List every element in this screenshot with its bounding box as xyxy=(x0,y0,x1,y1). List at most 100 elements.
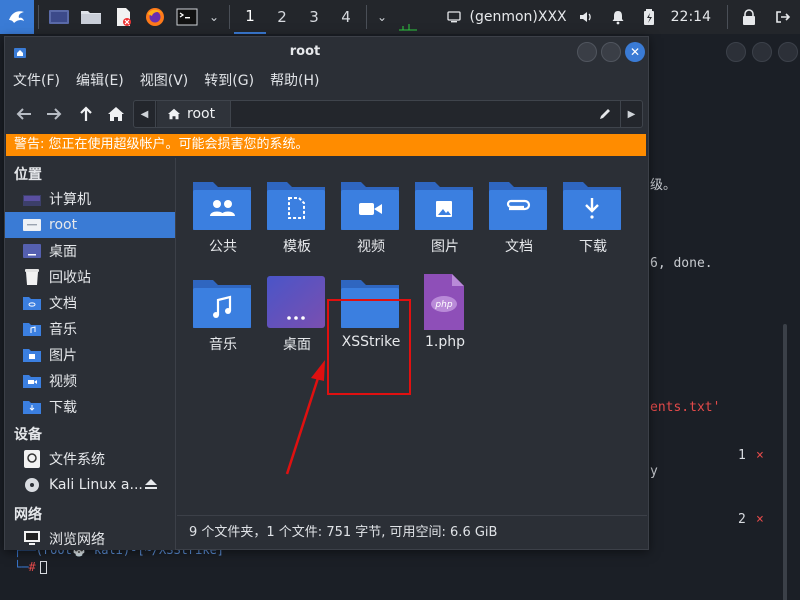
terminal-output-line: ents.txt' xyxy=(650,400,721,415)
file-label: 文档 xyxy=(505,239,533,255)
menu-help[interactable]: 帮助(H) xyxy=(262,69,327,93)
sidebar-item-videos[interactable]: 视频 xyxy=(5,368,175,394)
warning-text: 警告: 您正在使用超级帐户。可能会损害您的系统。 xyxy=(14,137,309,152)
launcher-dropdown[interactable]: ⌄ xyxy=(203,0,225,34)
folder-music[interactable]: 音乐 xyxy=(186,266,260,358)
menu-file[interactable]: 文件(F) xyxy=(5,69,68,93)
path-scroll-left-button[interactable]: ◀ xyxy=(134,101,156,127)
sidebar-item-label: 桌面 xyxy=(49,244,77,260)
path-button-root[interactable]: root xyxy=(157,101,231,127)
menu-edit[interactable]: 编辑(E) xyxy=(68,69,132,93)
arrow-up-icon xyxy=(80,106,92,121)
terminal-maximize-button[interactable] xyxy=(752,42,772,62)
show-desktop-button[interactable] xyxy=(43,0,75,34)
folder-videos[interactable]: 视频 xyxy=(334,168,408,260)
folder-templates[interactable]: 模板 xyxy=(260,168,334,260)
volume-button[interactable] xyxy=(571,0,601,34)
terminal-minimize-button[interactable] xyxy=(726,42,746,62)
lock-screen-button[interactable] xyxy=(732,0,766,34)
terminal-output-line: y xyxy=(650,464,658,479)
file-manager-launcher[interactable] xyxy=(75,0,107,34)
path-bar: ◀ root ▶ xyxy=(133,100,643,128)
edit-location-button[interactable] xyxy=(592,101,618,127)
folder-documents[interactable]: 文档 xyxy=(482,168,556,260)
templates-folder-icon xyxy=(267,182,325,230)
folder-downloads[interactable]: 下载 xyxy=(556,168,630,260)
sidebar-item-music[interactable]: 音乐 xyxy=(5,316,175,342)
sidebar-item-computer[interactable]: 计算机 xyxy=(5,186,175,212)
videos-folder-icon xyxy=(23,373,41,389)
folder-desktop[interactable]: 桌面 xyxy=(260,266,334,358)
file-label: 桌面 xyxy=(283,337,311,353)
genmon-text[interactable]: (genmon)XXX xyxy=(465,0,570,34)
terminal-scrollbar[interactable] xyxy=(783,324,787,600)
file-label: 音乐 xyxy=(209,337,237,353)
music-folder-icon xyxy=(193,280,251,328)
sidebar-item-desktop[interactable]: 桌面 xyxy=(5,238,175,264)
file-label: 公共 xyxy=(209,239,237,255)
sidebar-item-label: 视频 xyxy=(49,374,77,390)
sidebar-item-root[interactable]: root xyxy=(5,212,175,238)
sidebar-header-network: 网络 xyxy=(14,507,42,523)
triangle-left-icon: ◀ xyxy=(140,108,149,120)
arrow-left-icon xyxy=(16,108,31,120)
sidebar-item-pictures[interactable]: 图片 xyxy=(5,342,175,368)
notifications-button[interactable] xyxy=(601,0,635,34)
clock[interactable]: 22:14 xyxy=(663,0,723,34)
close-button[interactable]: ✕ xyxy=(625,42,645,62)
minimize-button[interactable] xyxy=(577,42,597,62)
menu-view[interactable]: 视图(V) xyxy=(132,69,197,93)
path-button-label: root xyxy=(187,106,216,122)
sidebar-item-documents[interactable]: 文档 xyxy=(5,290,175,316)
up-button[interactable] xyxy=(73,101,99,127)
path-scroll-right-button[interactable]: ▶ xyxy=(620,101,642,127)
trash-icon xyxy=(23,269,41,285)
menu-go[interactable]: 转到(G) xyxy=(196,69,262,93)
forward-button[interactable] xyxy=(41,101,67,127)
panel-tray: (genmon)XXX 22:14 xyxy=(443,0,800,34)
battery-button[interactable] xyxy=(635,0,663,34)
lock-icon xyxy=(743,9,755,25)
terminal-launcher[interactable] xyxy=(171,0,203,34)
workspace-3[interactable]: 3 xyxy=(298,0,330,34)
sidebar-item-filesystem[interactable]: 文件系统 xyxy=(5,446,175,472)
folder-public[interactable]: 公共 xyxy=(186,168,260,260)
status-text: 9 个文件夹，1 个文件: 751 字节, 可用空间: 6.6 GiB xyxy=(189,525,498,540)
sidebar-item-label: 文档 xyxy=(49,296,77,312)
documents-folder-icon xyxy=(489,182,547,230)
desktop-icon xyxy=(23,243,41,259)
file-1-php[interactable]: php 1.php xyxy=(408,266,482,358)
desktop-launcher-icon xyxy=(49,10,69,24)
window-list-dropdown[interactable]: ⌄ xyxy=(371,0,393,34)
folder-pictures[interactable]: 图片 xyxy=(408,168,482,260)
terminal-close-button[interactable] xyxy=(778,42,798,62)
maximize-button[interactable] xyxy=(601,42,621,62)
text-editor-launcher[interactable] xyxy=(107,0,139,34)
sidebar-item-trash[interactable]: 回收站 xyxy=(5,264,175,290)
sidebar-item-downloads[interactable]: 下载 xyxy=(5,394,175,420)
sidebar-item-label: 浏览网络 xyxy=(49,532,105,548)
workspace-4[interactable]: 4 xyxy=(330,0,362,34)
drive-icon xyxy=(23,450,41,468)
window-titlebar[interactable]: root ✕ xyxy=(5,37,648,67)
home-button[interactable] xyxy=(103,101,129,127)
sidebar-item-browse-network[interactable]: 浏览网络 xyxy=(5,526,175,550)
logout-button[interactable] xyxy=(766,0,800,34)
kali-menu-button[interactable] xyxy=(0,0,34,34)
file-view[interactable]: 公共 模板 视频 图片 文档 下载 音乐 桌面 XSStrike php 1.p… xyxy=(177,158,647,513)
back-button[interactable] xyxy=(11,101,37,127)
file-label: 图片 xyxy=(431,239,459,255)
firefox-launcher[interactable] xyxy=(139,0,171,34)
sidebar-item-kali-disc[interactable]: Kali Linux a... xyxy=(5,472,175,498)
disc-icon xyxy=(23,477,41,493)
chevron-down-icon: ⌄ xyxy=(208,10,220,24)
eject-icon[interactable] xyxy=(144,478,158,490)
logout-icon xyxy=(776,11,791,23)
downloads-folder-icon xyxy=(563,182,621,230)
monitor-icon xyxy=(447,11,462,23)
workspace-2[interactable]: 2 xyxy=(266,0,298,34)
error-mark-icon: × xyxy=(756,512,764,527)
sidebar-item-label: root xyxy=(49,217,78,233)
desktop-folder-icon xyxy=(267,276,325,328)
workspace-1[interactable]: 1 xyxy=(234,0,266,34)
